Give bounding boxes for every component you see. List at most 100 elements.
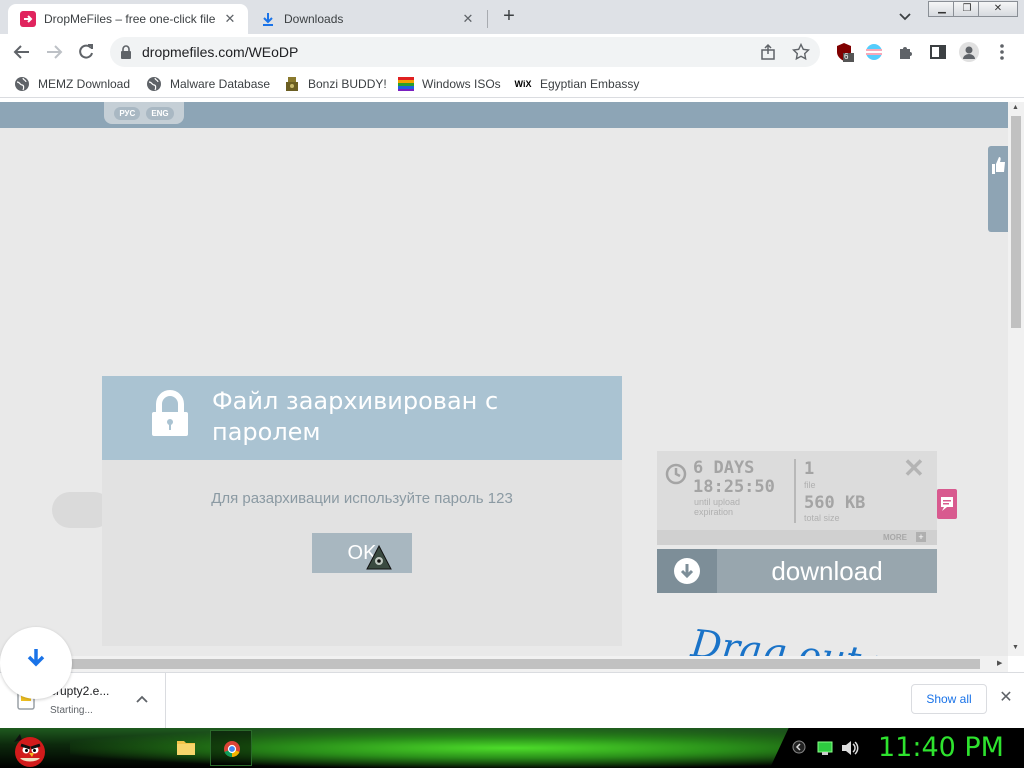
bookmark-label: Windows ISOs [422,77,501,91]
time-left: 18:25:50 [693,477,775,497]
arrow-left-icon [13,45,29,59]
bookmark-star-icon[interactable] [791,42,811,66]
download-icon [260,11,276,27]
url-text[interactable]: dropmefiles.com/WEoDP [142,44,298,60]
extension-badge: 6 [844,52,849,61]
kebab-menu-icon[interactable] [992,42,1012,62]
tray-arrow-icon[interactable] [792,740,806,759]
maximize-button[interactable]: ❐ [953,1,981,17]
ublock-extension-icon[interactable]: 6 [834,42,854,62]
tab-title: Downloads [284,12,344,26]
wix-icon: WiX [514,79,532,89]
new-tab-button[interactable]: + [498,6,520,28]
thumbs-up-icon [992,157,1005,174]
reload-icon [79,44,93,59]
lock-icon[interactable] [120,45,132,64]
scroll-down-icon[interactable]: ▼ [1012,644,1019,651]
arrow-right-icon [47,45,63,59]
chat-icon [941,497,953,511]
profile-avatar[interactable] [959,42,979,62]
globe-icon [146,76,162,92]
password-dialog: Файл заархивирован с паролем Для разархи… [102,376,622,646]
bookmark-label: Bonzi BUDDY! [308,77,387,91]
forward-button[interactable] [42,40,66,64]
clock-icon [665,463,687,490]
bookmark-label: MEMZ Download [38,77,131,91]
tab-divider [487,10,488,28]
horizontal-scrollbar[interactable]: ▶ [0,656,1008,672]
download-arrow-icon [657,549,717,593]
minimize-button[interactable]: ▁ [928,1,956,17]
angry-bird-start-icon[interactable] [8,728,48,768]
puzzle-icon[interactable] [896,42,916,62]
web-page: РУС ENG 6 DAYS 18:25:50 until upload exp… [0,102,1008,656]
tab-dropmefiles[interactable]: DropMeFiles – free one-click file ✕ [8,4,248,34]
dialog-header: Файл заархивирован с паролем [102,376,622,460]
download-button[interactable]: download [657,549,937,593]
cursor-icon [364,544,394,577]
close-tab-icon[interactable]: ✕ [220,11,240,27]
taskbar-chrome-button[interactable] [210,730,252,766]
scroll-up-icon[interactable]: ▲ [1012,104,1019,111]
side-panel-icon[interactable] [928,42,948,62]
vertical-scrollbar[interactable]: ▲ ▼ [1008,102,1024,656]
tab-strip: DropMeFiles – free one-click file ✕ Down… [0,0,1024,34]
drag-text: Drag out your [688,621,910,656]
chevron-down-icon[interactable] [894,8,916,26]
close-panel-icon[interactable]: ✕ [903,455,925,481]
chrome-icon [224,741,240,758]
more-bar[interactable]: MORE + [657,530,937,545]
bookmark-egyptian-embassy[interactable]: WiX Egyptian Embassy [514,74,640,94]
chat-button[interactable] [937,489,957,519]
volume-icon[interactable] [841,740,859,761]
folder-icon[interactable] [176,738,196,761]
chevron-up-icon[interactable] [134,691,150,712]
close-window-button[interactable]: ✕ [978,1,1018,17]
download-animation [0,627,72,699]
dialog-message: Для разархивации используйте пароль 123 [211,490,513,507]
close-tab-icon[interactable]: ✕ [458,11,478,27]
network-icon[interactable] [817,740,833,761]
browser-toolbar: dropmefiles.com/WEoDP 6 [0,34,1024,70]
close-shelf-icon[interactable]: ✕ [996,688,1016,708]
file-label: file [804,480,816,490]
bonzi-icon [284,76,300,92]
reload-button[interactable] [74,40,98,64]
share-icon[interactable] [760,43,778,66]
download-label: download [771,556,883,586]
ok-button[interactable]: OK [312,533,412,573]
lang-en-button[interactable]: ENG [146,106,174,120]
until-line1: until upload [694,497,741,507]
days-left: 6 DAYS [693,458,755,478]
plus-icon: + [916,532,926,542]
taskbar-clock[interactable]: 11:40 PM [878,732,1004,763]
total-size: 560 KB [804,493,866,513]
dialog-title: Файл заархивирован с паролем [212,387,499,446]
more-label: MORE [883,533,907,542]
vertical-scroll-thumb[interactable] [1011,116,1021,328]
windows-flag-icon [398,76,414,92]
bookmark-label: Egyptian Embassy [540,77,640,91]
lang-ru-button[interactable]: РУС [114,106,141,120]
size-label: total size [804,513,840,523]
lock-icon [150,390,190,443]
taskbar: 11:40 PM [0,728,1024,768]
bookmark-windows-isos[interactable]: Windows ISOs [398,74,501,94]
address-bar[interactable]: dropmefiles.com/WEoDP [110,37,820,67]
bookmark-label: Malware Database [170,77,271,91]
bookmarks-bar: MEMZ Download Malware Database Bonzi BUD… [0,70,1024,98]
back-button[interactable] [10,40,34,64]
bookmark-malware-database[interactable]: Malware Database [146,74,270,94]
bookmark-memz[interactable]: MEMZ Download [14,74,130,94]
download-shelf: crupty2.e... Starting... Show all ✕ [0,672,1024,729]
download-arrow-icon [27,649,45,667]
scroll-right-icon[interactable]: ▶ [997,659,1002,667]
bookmark-bonzi-buddy[interactable]: Bonzi BUDDY! [284,74,387,94]
horizontal-scroll-thumb[interactable] [70,659,980,669]
language-switcher: РУС ENG [104,102,184,124]
tab-title: DropMeFiles – free one-click file [44,12,216,26]
tab-downloads[interactable]: Downloads ✕ [248,4,486,34]
feedback-tab[interactable] [988,146,1008,232]
pride-extension-icon[interactable] [864,42,884,62]
show-all-button[interactable]: Show all [911,684,987,714]
